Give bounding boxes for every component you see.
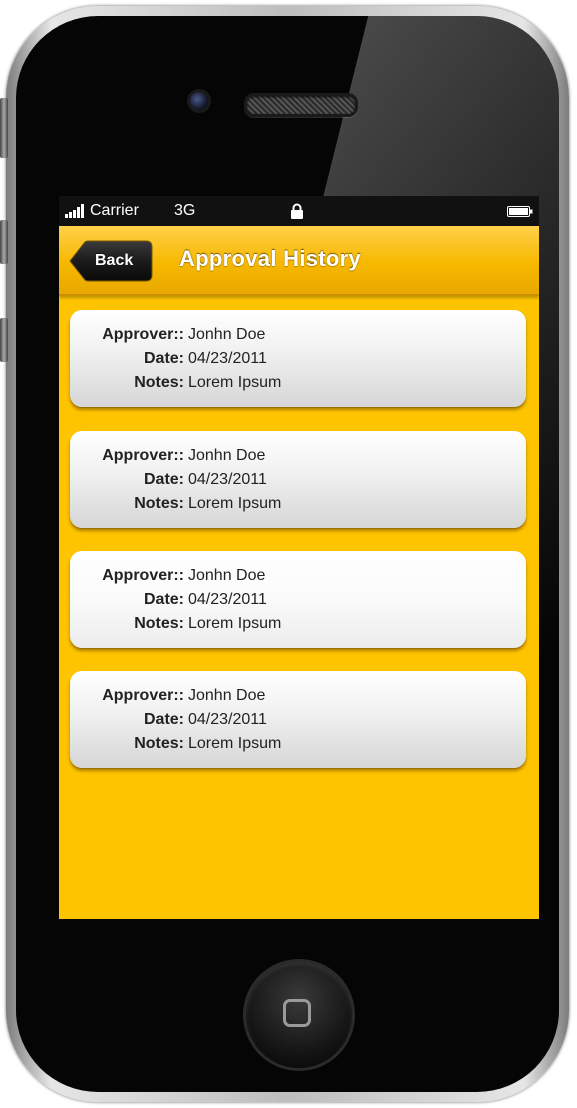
notes-value: Lorem Ipsum <box>188 735 282 752</box>
app-screen: Carrier 3G Back Approval History Approve… <box>59 196 539 919</box>
approval-card[interactable]: Approver:: Jonhn Doe Date: 04/23/2011 No… <box>70 671 526 768</box>
approval-card[interactable]: Approver:: Jonhn Doe Date: 04/23/2011 No… <box>70 310 526 407</box>
approver-value: Jonhn Doe <box>188 567 266 584</box>
notes-row: Notes: Lorem Ipsum <box>70 495 526 517</box>
approver-label: Approver:: <box>102 447 184 464</box>
status-bar: Carrier 3G <box>59 196 539 226</box>
approver-value: Jonhn Doe <box>188 326 266 343</box>
back-label: Back <box>95 252 134 269</box>
notes-row: Notes: Lorem Ipsum <box>70 374 526 396</box>
navigation-bar: Back Approval History <box>59 226 539 296</box>
approval-card[interactable]: Approver:: Jonhn Doe Date: 04/23/2011 No… <box>70 551 526 648</box>
approver-row: Approver:: Jonhn Doe <box>70 567 526 589</box>
approver-label: Approver:: <box>102 687 184 704</box>
date-row: Date: 04/23/2011 <box>70 471 526 493</box>
date-label: Date: <box>143 471 184 488</box>
earpiece-speaker <box>244 93 358 117</box>
front-camera <box>190 92 208 110</box>
approver-value: Jonhn Doe <box>188 687 266 704</box>
approver-row: Approver:: Jonhn Doe <box>70 447 526 469</box>
notes-row: Notes: Lorem Ipsum <box>70 615 526 637</box>
date-row: Date: 04/23/2011 <box>70 350 526 372</box>
approver-row: Approver:: Jonhn Doe <box>70 326 526 348</box>
notes-value: Lorem Ipsum <box>188 615 282 632</box>
date-row: Date: 04/23/2011 <box>70 711 526 733</box>
approver-row: Approver:: Jonhn Doe <box>70 687 526 709</box>
date-value: 04/23/2011 <box>188 591 267 608</box>
date-label: Date: <box>143 350 184 367</box>
lock-icon <box>291 203 303 219</box>
notes-value: Lorem Ipsum <box>188 495 282 512</box>
carrier-name: Carrier <box>90 202 139 219</box>
notes-row: Notes: Lorem Ipsum <box>70 735 526 757</box>
home-square-icon <box>283 999 311 1027</box>
date-value: 04/23/2011 <box>188 711 267 728</box>
approver-value: Jonhn Doe <box>188 447 266 464</box>
notes-label: Notes: <box>134 615 184 632</box>
notes-label: Notes: <box>134 735 184 752</box>
back-button[interactable]: Back <box>69 240 153 282</box>
battery-icon <box>507 206 533 217</box>
notes-label: Notes: <box>134 374 184 391</box>
notes-label: Notes: <box>134 495 184 512</box>
date-row: Date: 04/23/2011 <box>70 591 526 613</box>
signal-bars-icon <box>65 204 84 218</box>
network-type: 3G <box>174 202 196 219</box>
volume-down-button <box>0 318 8 362</box>
date-label: Date: <box>143 591 184 608</box>
volume-up-button <box>0 220 8 264</box>
date-label: Date: <box>143 711 184 728</box>
page-title: Approval History <box>179 246 362 271</box>
date-value: 04/23/2011 <box>188 471 267 488</box>
notes-value: Lorem Ipsum <box>188 374 282 391</box>
mute-switch <box>0 98 8 158</box>
date-value: 04/23/2011 <box>188 350 267 367</box>
approval-card[interactable]: Approver:: Jonhn Doe Date: 04/23/2011 No… <box>70 431 526 528</box>
approver-label: Approver:: <box>102 567 184 584</box>
approver-label: Approver:: <box>102 326 184 343</box>
home-button[interactable] <box>246 962 352 1068</box>
